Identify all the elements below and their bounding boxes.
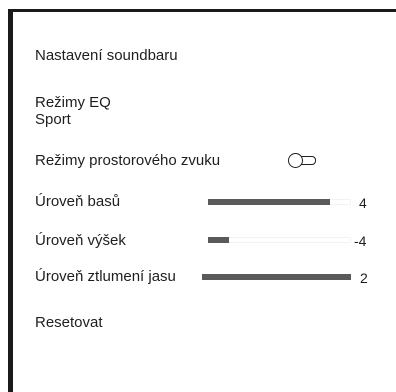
treble-level-value: -4 (354, 233, 367, 249)
treble-level-slider[interactable] (208, 237, 351, 243)
eq-mode-item[interactable]: Režimy EQ (35, 94, 111, 112)
eq-mode-value: Sport (35, 111, 71, 128)
toggle-knob (288, 153, 303, 168)
bass-level-value: 4 (359, 195, 367, 211)
dimmer-level-slider[interactable] (202, 274, 351, 280)
treble-level-item[interactable]: Úroveň výšek (35, 232, 126, 250)
bass-level-slider[interactable] (208, 199, 351, 205)
dimmer-level-value: 2 (360, 270, 368, 286)
bass-level-item[interactable]: Úroveň basů (35, 193, 120, 211)
dimmer-level-item[interactable]: Úroveň ztlumení jasu (35, 268, 176, 286)
bass-level-fill (208, 199, 330, 205)
soundbar-settings-screen: Nastavení soundbaru Režimy EQ Sport Reži… (0, 0, 396, 392)
reset-item[interactable]: Resetovat (35, 314, 103, 332)
dimmer-level-fill (202, 274, 351, 280)
menu-title: Nastavení soundbaru (35, 47, 178, 64)
surround-mode-item[interactable]: Režimy prostorového zvuku (35, 152, 220, 170)
treble-level-fill (208, 237, 229, 243)
surround-mode-toggle[interactable] (288, 153, 316, 168)
